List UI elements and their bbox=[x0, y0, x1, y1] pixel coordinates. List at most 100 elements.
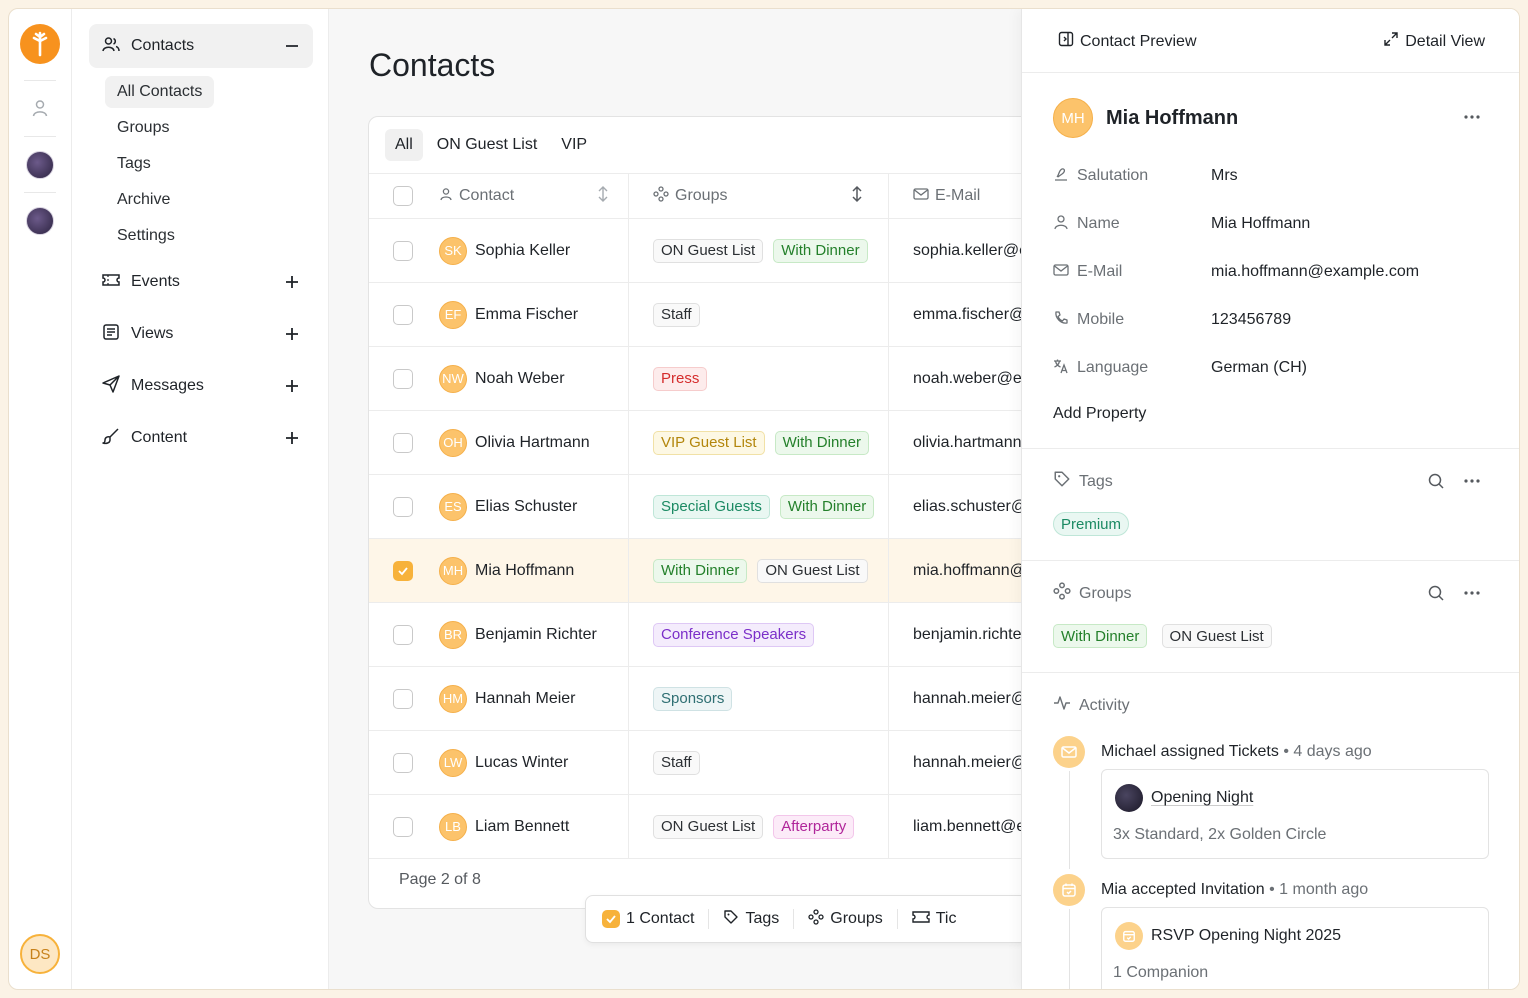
contact-name[interactable]: Sophia Keller bbox=[475, 242, 570, 260]
row-checkbox[interactable] bbox=[393, 432, 413, 453]
contact-name[interactable]: Liam Bennett bbox=[475, 818, 569, 836]
group-badge[interactable]: Staff bbox=[653, 750, 700, 775]
sidebar-item-archive[interactable]: Archive bbox=[105, 184, 182, 216]
group-badge[interactable]: With Dinner bbox=[773, 238, 868, 263]
contact-name[interactable]: Lucas Winter bbox=[475, 754, 568, 772]
sidebar-content[interactable]: Content bbox=[89, 416, 313, 460]
brand-logo[interactable] bbox=[20, 24, 60, 64]
group-badge[interactable]: ON Guest List bbox=[757, 558, 868, 583]
bulk-tickets-button[interactable]: Tic bbox=[898, 909, 971, 929]
table-row[interactable]: EF Emma Fischer Staff emma.fischer@ bbox=[369, 283, 1087, 347]
bulk-groups-button[interactable]: Groups bbox=[794, 908, 898, 929]
group-badge[interactable]: ON Guest List bbox=[653, 238, 764, 263]
select-all-checkbox[interactable] bbox=[393, 186, 413, 206]
column-email[interactable]: E-Mail bbox=[913, 174, 980, 218]
property-mobile[interactable]: Mobile 123456789 bbox=[1053, 308, 1493, 332]
workspace-avatar-1[interactable] bbox=[26, 151, 54, 179]
property-name[interactable]: Name Mia Hoffmann bbox=[1053, 212, 1493, 236]
group-badge[interactable]: Press bbox=[653, 366, 708, 391]
row-checkbox[interactable] bbox=[393, 688, 413, 709]
row-checkbox[interactable] bbox=[393, 816, 413, 837]
group-badge[interactable]: With Dinner bbox=[774, 430, 869, 455]
sort-icon[interactable] bbox=[597, 185, 609, 207]
search-icon[interactable] bbox=[1426, 583, 1446, 603]
collapse-icon[interactable] bbox=[283, 37, 301, 55]
group-badge[interactable]: With Dinner bbox=[653, 558, 748, 583]
table-row[interactable]: LW Lucas Winter Staff hannah.meier@ bbox=[369, 731, 1087, 795]
more-icon[interactable] bbox=[1462, 583, 1482, 603]
add-view-icon[interactable] bbox=[283, 325, 301, 343]
table-row[interactable]: BR Benjamin Richter Conference Speakers … bbox=[369, 603, 1087, 667]
group-badge[interactable]: Afterparty bbox=[773, 814, 855, 839]
contact-name[interactable]: Mia Hoffmann bbox=[475, 562, 574, 580]
sort-icon[interactable] bbox=[851, 185, 863, 207]
row-checkbox[interactable] bbox=[393, 368, 413, 389]
group-badge[interactable]: Special Guests bbox=[653, 494, 770, 519]
contact-name[interactable]: Olivia Hartmann bbox=[475, 434, 590, 452]
tag-premium[interactable]: Premium bbox=[1053, 512, 1130, 536]
group-badge[interactable]: Sponsors bbox=[653, 686, 733, 711]
row-checkbox[interactable] bbox=[393, 240, 413, 261]
contact-name[interactable]: Noah Weber bbox=[475, 370, 565, 388]
activity-card[interactable]: Opening Night 3x Standard, 2x Golden Cir… bbox=[1101, 769, 1489, 859]
row-checkbox[interactable] bbox=[393, 560, 413, 581]
table-row[interactable]: HM Hannah Meier Sponsors hannah.meier@ bbox=[369, 667, 1087, 731]
row-checkbox[interactable] bbox=[393, 304, 413, 325]
search-icon[interactable] bbox=[1426, 471, 1446, 491]
table-row[interactable]: ES Elias Schuster Special Guests With Din… bbox=[369, 475, 1087, 539]
selected-count[interactable]: 1 Contact bbox=[602, 909, 710, 929]
property-email[interactable]: E-Mail mia.hoffmann@example.com bbox=[1053, 260, 1493, 284]
add-event-icon[interactable] bbox=[283, 273, 301, 291]
sidebar-events[interactable]: Events bbox=[89, 260, 313, 304]
contact-name[interactable]: Hannah Meier bbox=[475, 690, 576, 708]
row-checkbox[interactable] bbox=[393, 752, 413, 773]
group-badge[interactable]: ON Guest List bbox=[653, 814, 764, 839]
tab-on-guest-list[interactable]: ON Guest List bbox=[427, 129, 547, 161]
column-groups[interactable]: Groups bbox=[653, 174, 863, 218]
activity-card-title[interactable]: RSVP Opening Night 2025 bbox=[1151, 927, 1341, 945]
activity-card[interactable]: RSVP Opening Night 2025 1 Companion bbox=[1101, 907, 1489, 989]
group-badge[interactable]: VIP Guest List bbox=[653, 430, 765, 455]
sidebar-views[interactable]: Views bbox=[89, 312, 313, 356]
group-badge[interactable]: With Dinner bbox=[779, 494, 875, 519]
row-checkbox[interactable] bbox=[393, 624, 413, 645]
column-contact[interactable]: Contact bbox=[439, 174, 609, 218]
user-icon[interactable] bbox=[26, 94, 54, 122]
more-icon[interactable] bbox=[1462, 107, 1482, 127]
sidebar-item-groups[interactable]: Groups bbox=[105, 112, 181, 144]
group-badge[interactable]: Staff bbox=[653, 302, 700, 327]
row-checkbox[interactable] bbox=[393, 496, 413, 517]
bulk-tags-button[interactable]: Tags bbox=[709, 909, 795, 929]
tab-all[interactable]: All bbox=[385, 129, 423, 161]
property-value[interactable]: German (CH) bbox=[1211, 359, 1307, 377]
sidebar-item-all-contacts[interactable]: All Contacts bbox=[105, 76, 215, 108]
sidebar-item-settings[interactable]: Settings bbox=[105, 220, 187, 252]
sidebar-contacts[interactable]: Contacts bbox=[89, 24, 313, 68]
property-value[interactable]: Mrs bbox=[1211, 167, 1238, 185]
tab-vip[interactable]: VIP bbox=[551, 129, 597, 161]
workspace-avatar-2[interactable] bbox=[26, 207, 54, 235]
contact-name[interactable]: Elias Schuster bbox=[475, 498, 577, 516]
property-value[interactable]: 123456789 bbox=[1211, 311, 1291, 329]
group-badge[interactable]: ON Guest List bbox=[1161, 624, 1272, 648]
group-badge[interactable]: Conference Speakers bbox=[653, 622, 815, 647]
activity-card-title[interactable]: Opening Night bbox=[1151, 789, 1253, 807]
add-property-button[interactable]: Add Property bbox=[1053, 405, 1146, 423]
table-row[interactable]: NW Noah Weber Press noah.weber@e: bbox=[369, 347, 1087, 411]
more-icon[interactable] bbox=[1462, 471, 1482, 491]
table-row[interactable]: OH Olivia Hartmann VIP Guest List With Di… bbox=[369, 411, 1087, 475]
table-row[interactable]: MH Mia Hoffmann With Dinner ON Guest List… bbox=[369, 539, 1087, 603]
user-avatar[interactable]: DS bbox=[20, 934, 60, 974]
table-row[interactable]: SK Sophia Keller ON Guest List With Dinne… bbox=[369, 219, 1087, 283]
property-salutation[interactable]: Salutation Mrs bbox=[1053, 164, 1493, 188]
property-value[interactable]: Mia Hoffmann bbox=[1211, 215, 1310, 233]
table-row[interactable]: LB Liam Bennett ON Guest List Afterparty … bbox=[369, 795, 1087, 859]
add-message-icon[interactable] bbox=[283, 377, 301, 395]
sidebar-messages[interactable]: Messages bbox=[89, 364, 313, 408]
add-content-icon[interactable] bbox=[283, 429, 301, 447]
property-value[interactable]: mia.hoffmann@example.com bbox=[1211, 263, 1419, 281]
contact-name[interactable]: Emma Fischer bbox=[475, 306, 578, 324]
detail-view-button[interactable]: Detail View bbox=[1383, 31, 1485, 52]
contact-preview-toggle[interactable]: Contact Preview bbox=[1058, 31, 1197, 52]
contact-name[interactable]: Benjamin Richter bbox=[475, 626, 597, 644]
